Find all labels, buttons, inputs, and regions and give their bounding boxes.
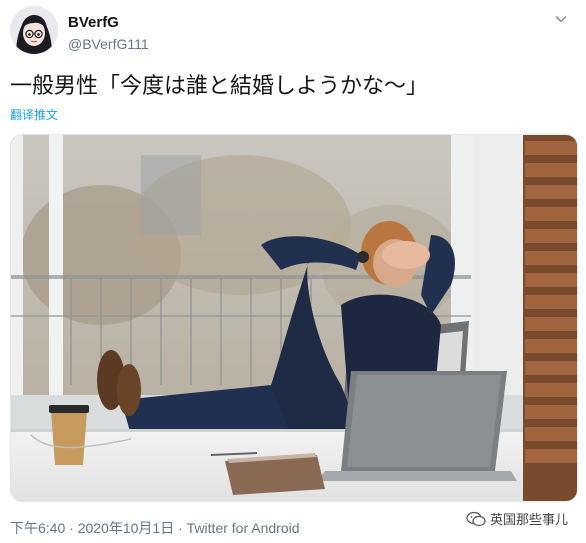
meta-separator: · [69, 520, 74, 536]
tweet-time[interactable]: 下午6:40 [10, 520, 65, 536]
user-handle[interactable]: @BVerfG111 [68, 36, 149, 52]
watermark: 英国那些事儿 [466, 509, 568, 528]
display-name[interactable]: BVerfG [68, 14, 119, 31]
tweet-date[interactable]: 2020年10月1日 [78, 520, 175, 536]
wechat-icon [466, 511, 486, 526]
photo-man-relaxing-at-desk [11, 135, 577, 501]
tweet-header: BVerfG @BVerfG111 [10, 6, 570, 56]
meta-separator: · [178, 520, 183, 536]
tweet-text: 一般男性「今度は誰と結婚しようかな～」 [10, 74, 429, 99]
tweet-photo[interactable] [10, 134, 578, 502]
avatar[interactable] [10, 6, 58, 54]
anime-avatar-icon [10, 6, 58, 54]
watermark-text: 英国那些事儿 [489, 513, 568, 528]
tweet-source[interactable]: Twitter for Android [187, 520, 300, 536]
translate-tweet-link[interactable]: 翻译推文 [10, 106, 58, 123]
chevron-down-icon[interactable] [554, 12, 568, 26]
tweet-meta: 下午6:40 · 2020年10月1日 · Twitter for Androi… [10, 518, 300, 538]
